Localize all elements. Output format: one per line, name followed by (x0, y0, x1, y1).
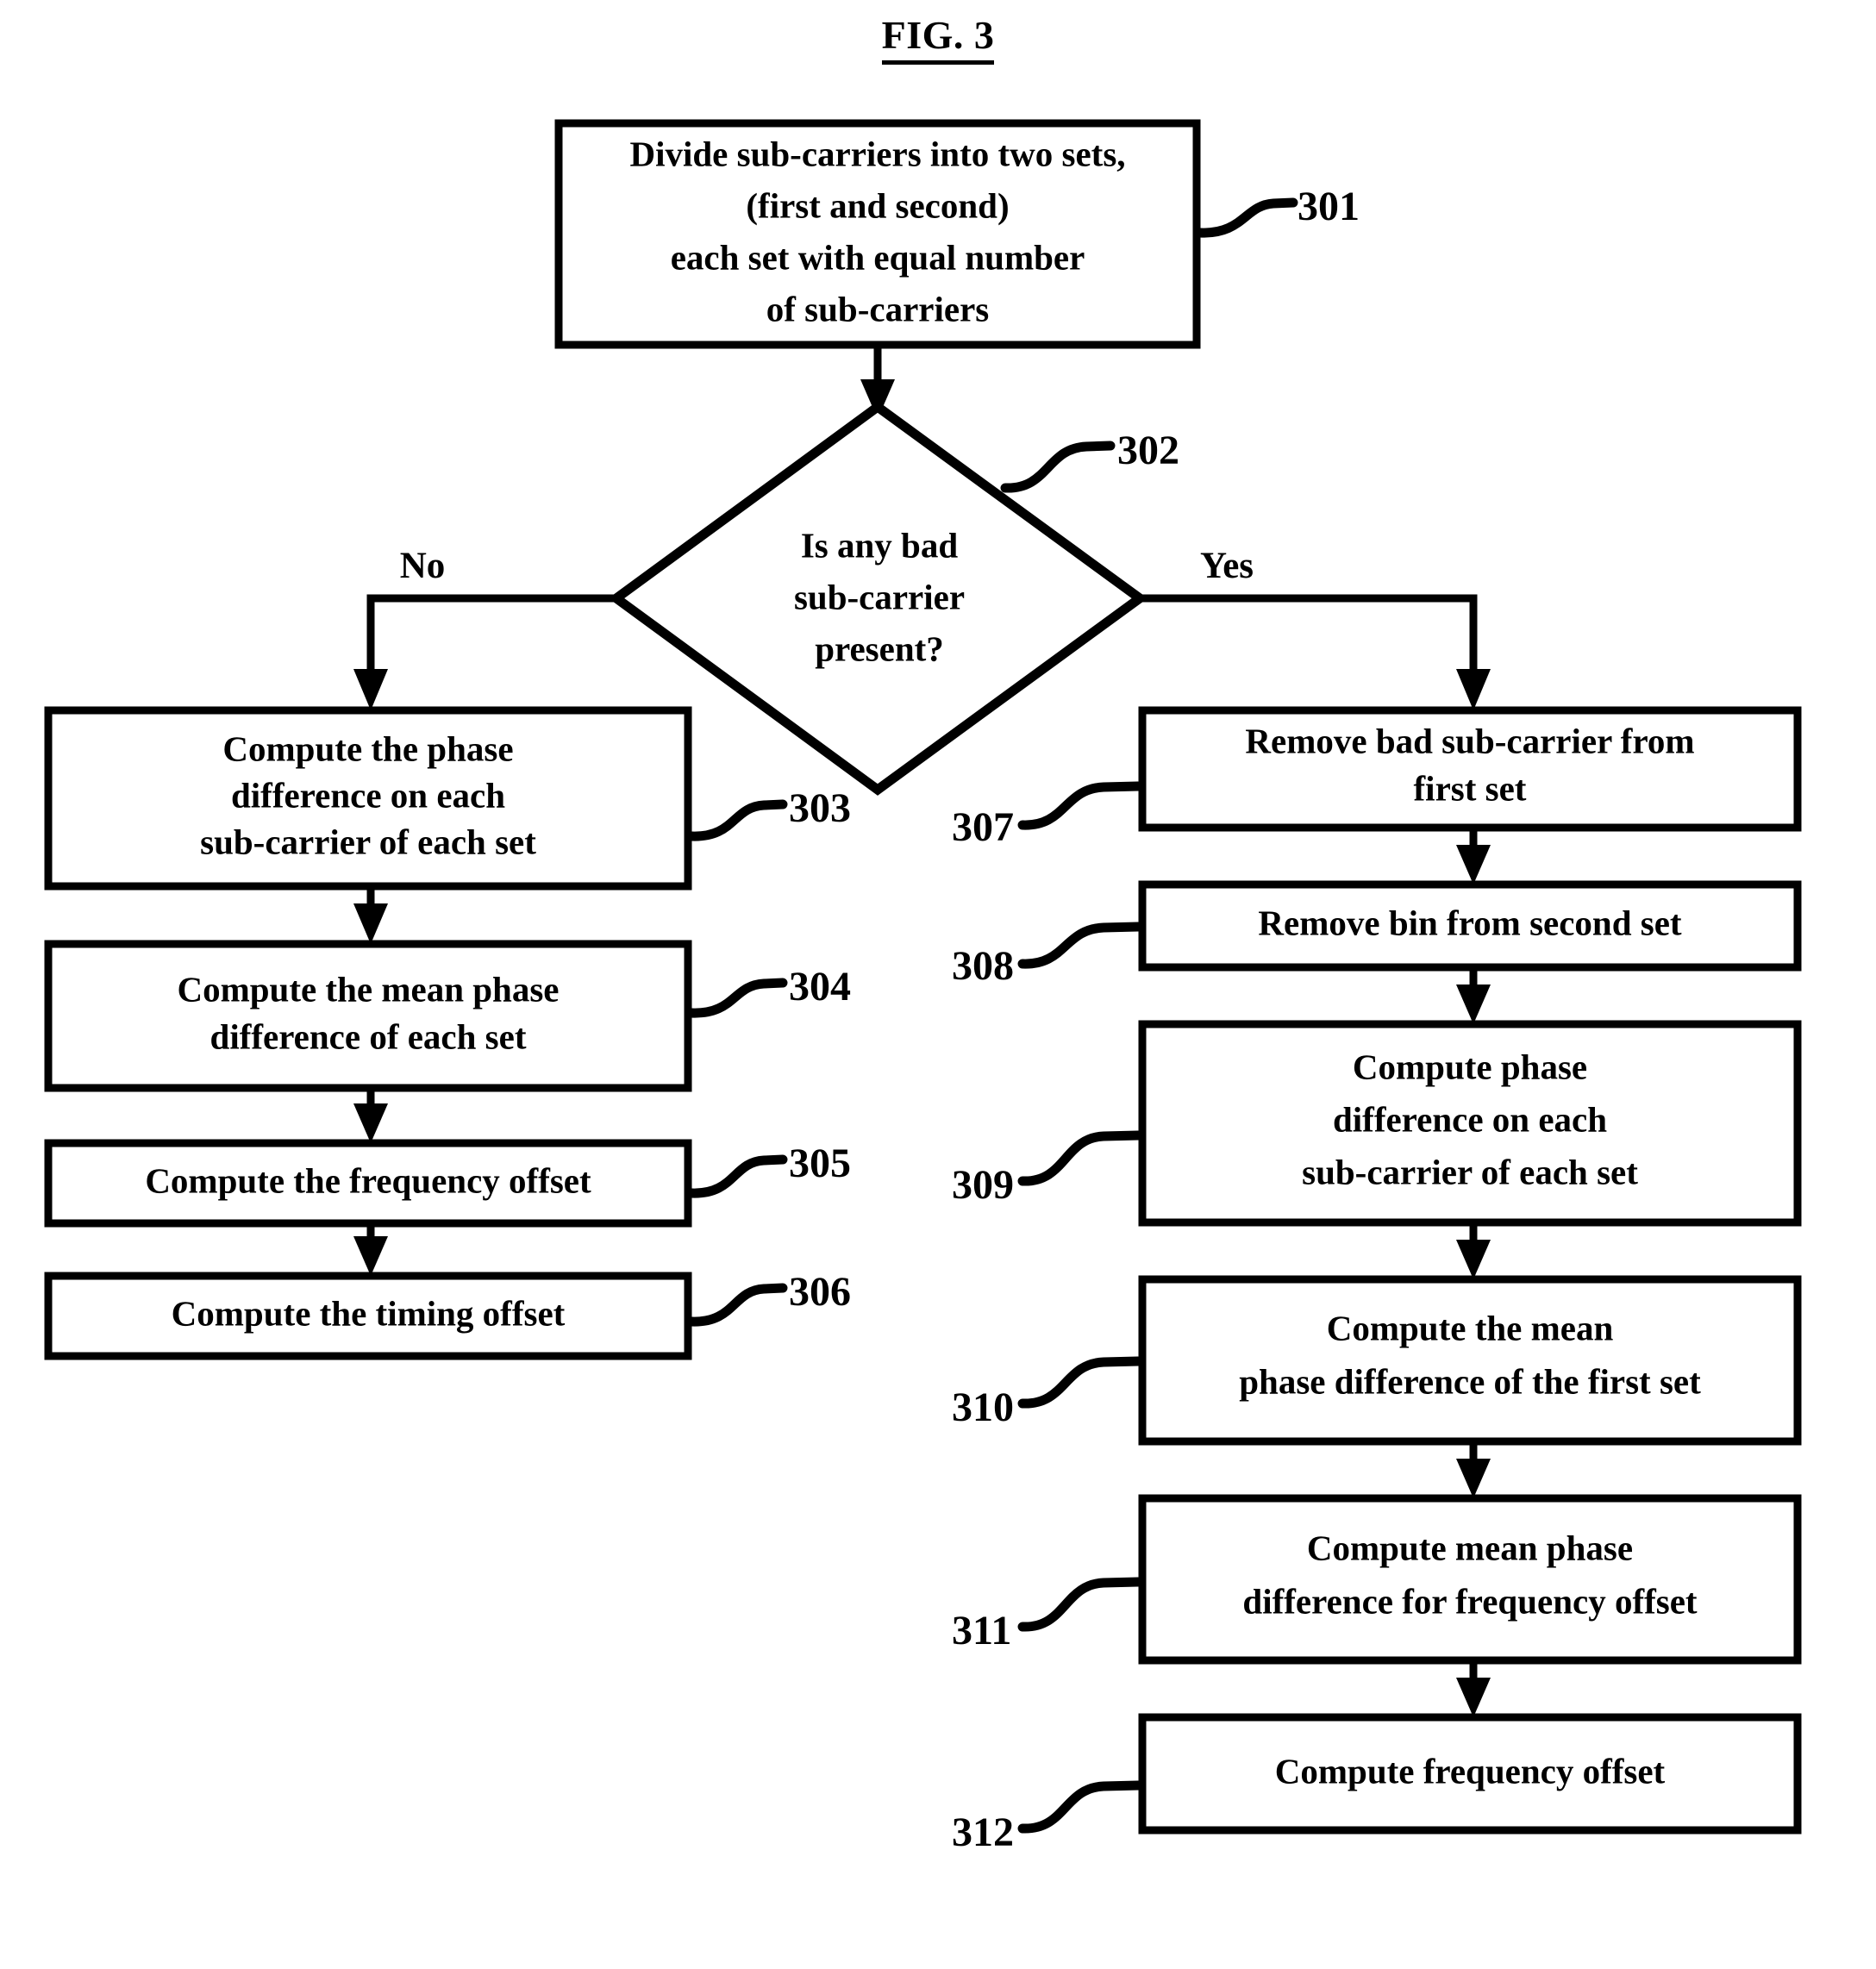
ref-num-305: 305 (789, 1141, 851, 1186)
connector-305-to-306 (353, 1223, 388, 1276)
node-310-box[interactable] (1138, 1275, 1802, 1446)
connector-304-to-305 (353, 1088, 388, 1143)
ref-num-311: 311 (952, 1608, 1011, 1653)
node-305-line-0: Compute the frequency offset (145, 1160, 591, 1200)
node-303[interactable]: Compute the phase difference on each sub… (44, 706, 692, 891)
node-307-line-0: Remove bad sub-carrier from (1245, 721, 1694, 760)
node-306[interactable]: Compute the timing offset (44, 1272, 692, 1360)
ref-num-308: 308 (952, 943, 1014, 989)
ref-leader-306: 306 (686, 1269, 851, 1327)
node-301-line-1: (first and second) (746, 185, 1009, 225)
node-311-line-0: Compute mean phase (1307, 1528, 1633, 1567)
connector-302-yes-to-307 (1140, 594, 1491, 710)
node-303-line-0: Compute the phase (222, 728, 513, 768)
ref-leader-309: 309 (952, 1130, 1143, 1208)
connector-310-to-311 (1456, 1441, 1491, 1498)
branch-label-no: No (400, 546, 446, 586)
node-312[interactable]: Compute frequency offset (1138, 1713, 1802, 1835)
node-304-line-1: difference of each set (210, 1016, 527, 1056)
connector-311-to-312 (1456, 1660, 1491, 1717)
node-306-line-0: Compute the timing offset (172, 1293, 566, 1333)
node-302-line-0: Is any bad (801, 525, 959, 565)
node-304-line-0: Compute the mean phase (177, 969, 559, 1009)
node-304[interactable]: Compute the mean phase difference of eac… (44, 940, 692, 1092)
ref-leader-311: 311 (952, 1577, 1143, 1653)
node-312-line-0: Compute frequency offset (1275, 1751, 1666, 1791)
ref-num-307: 307 (952, 804, 1014, 850)
node-307[interactable]: Remove bad sub-carrier from first set (1138, 706, 1802, 832)
node-308-line-0: Remove bin from second set (1258, 903, 1682, 942)
node-309-line-0: Compute phase (1353, 1047, 1587, 1086)
node-303-line-1: difference on each (231, 775, 505, 815)
connector-302-no-to-303 (353, 594, 616, 710)
ref-num-301: 301 (1298, 184, 1360, 229)
node-311[interactable]: Compute mean phase difference for freque… (1138, 1494, 1802, 1665)
connector-309-to-310 (1456, 1222, 1491, 1279)
branch-label-yes: Yes (1200, 546, 1254, 586)
ref-leader-303: 303 (686, 785, 851, 841)
node-302-line-2: present? (815, 628, 944, 668)
connector-307-to-308 (1456, 828, 1491, 884)
node-301-line-0: Divide sub-carriers into two sets, (629, 134, 1125, 173)
ref-leader-304: 304 (686, 964, 851, 1018)
ref-num-304: 304 (789, 964, 851, 1010)
ref-leader-308: 308 (952, 922, 1143, 989)
node-309-line-1: difference on each (1333, 1099, 1607, 1139)
ref-leader-312: 312 (952, 1780, 1143, 1855)
node-310-line-0: Compute the mean (1327, 1308, 1614, 1347)
node-308[interactable]: Remove bin from second set (1138, 880, 1802, 972)
node-302[interactable]: Is any bad sub-carrier present? (608, 401, 1148, 796)
node-311-box[interactable] (1138, 1494, 1802, 1665)
node-307-line-1: first set (1414, 768, 1527, 808)
node-311-line-1: difference for frequency offset (1242, 1581, 1697, 1621)
node-303-line-2: sub-carrier of each set (200, 822, 536, 861)
ref-num-309: 309 (952, 1162, 1014, 1208)
figure-root: FIG. 3 Divide sub-carriers into two sets… (0, 0, 1876, 1969)
ref-leader-302: 302 (1000, 428, 1179, 493)
node-310[interactable]: Compute the mean phase difference of the… (1138, 1275, 1802, 1446)
node-309-line-2: sub-carrier of each set (1302, 1152, 1638, 1191)
connector-303-to-304 (353, 886, 388, 944)
ref-leader-310: 310 (952, 1356, 1143, 1430)
ref-num-306: 306 (789, 1269, 851, 1315)
ref-num-312: 312 (952, 1810, 1014, 1855)
ref-leader-305: 305 (686, 1141, 851, 1198)
ref-leader-307: 307 (952, 781, 1143, 850)
ref-num-302: 302 (1117, 428, 1179, 473)
node-302-line-1: sub-carrier (794, 577, 965, 616)
flowchart-canvas: Divide sub-carriers into two sets, (firs… (44, 119, 1802, 1855)
node-310-line-1: phase difference of the first set (1239, 1361, 1701, 1401)
node-305[interactable]: Compute the frequency offset (44, 1139, 692, 1228)
ref-num-303: 303 (789, 785, 851, 831)
node-301[interactable]: Divide sub-carriers into two sets, (firs… (554, 119, 1201, 349)
node-301-line-3: of sub-carriers (766, 289, 989, 328)
ref-leader-301: 301 (1195, 184, 1360, 238)
ref-num-310: 310 (952, 1385, 1014, 1430)
connector-308-to-309 (1456, 967, 1491, 1024)
node-301-line-2: each set with equal number (671, 237, 1085, 277)
node-309[interactable]: Compute phase difference on each sub-car… (1138, 1020, 1802, 1227)
